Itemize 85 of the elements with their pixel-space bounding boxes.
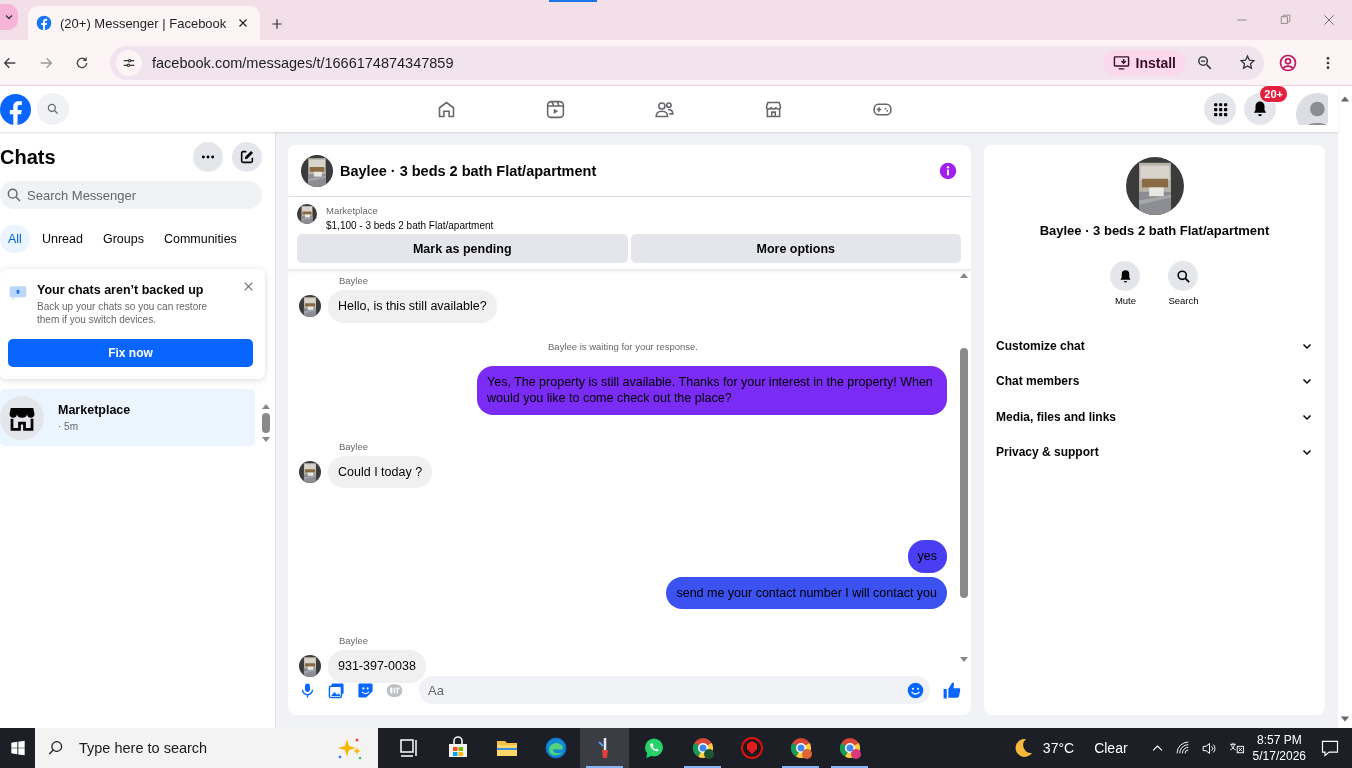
browser-tab[interactable]: (20+) Messenger | Facebook [28,6,260,40]
filter-tab[interactable]: Groups [94,225,152,253]
video-icon[interactable] [545,98,566,120]
message-bubble: 931-397-0038 [328,650,426,683]
grid-icon [1211,100,1229,118]
action-label: Mute [1114,295,1136,306]
section-header[interactable]: Chat members [996,363,1313,399]
section-header[interactable]: Media, files and links [996,399,1313,435]
facebook-logo-icon[interactable] [0,93,31,125]
message-bubble: Hello, is this still available? [328,290,497,323]
search-button[interactable] [1168,261,1199,291]
bell-icon [1251,100,1269,118]
info-icon[interactable] [939,161,957,180]
filter-tab[interactable]: Communities [155,225,245,253]
chrome-icon[interactable] [788,736,813,760]
sender-name: Baylee [339,440,370,452]
chats-title: Chats [0,145,57,169]
clock-date[interactable]: 5/17/2026 [1252,748,1306,765]
search-icon [1176,268,1191,284]
photo-icon[interactable] [328,681,345,699]
search-icon [6,187,22,203]
apps-button[interactable] [1204,93,1236,125]
chat-name: Marketplace [58,403,131,417]
scroll-up-icon[interactable] [959,272,969,278]
star-icon[interactable] [1239,54,1256,71]
filter-tab[interactable]: All [0,225,30,253]
fix-now-button[interactable]: Fix now [8,339,253,367]
mute-button[interactable] [1110,261,1141,291]
listing-title: $1,100 - 3 beds 2 bath Flat/apartment [326,220,494,231]
monitor-download-icon [1112,54,1130,71]
section-header[interactable]: Customize chat [996,328,1313,364]
scroll-down-icon[interactable] [261,437,271,443]
chrome-icon[interactable] [690,736,715,760]
chrome-icon[interactable] [837,736,862,760]
contact-name: Baylee · 3 beds 2 bath Flat/apartment [1039,223,1270,238]
scroll-up-icon[interactable] [261,403,271,409]
sticker-icon[interactable] [357,681,374,699]
compose-icon [239,149,255,165]
thumbs-up-icon[interactable] [942,680,961,700]
profile-icon[interactable] [1278,52,1298,73]
status-text: Baylee is waiting for your response. [547,340,699,352]
notification-icon[interactable] [1320,738,1340,758]
sender-name: Baylee [339,635,370,646]
message-bubble: send me your contact number I will contact you [666,576,947,609]
more-options-button[interactable] [193,142,223,172]
action-label: Search [1168,295,1199,306]
search-icon [47,739,65,757]
scroll-down-icon[interactable] [959,657,969,663]
card-title: Your chats aren’t backed up [37,283,205,297]
sender-name: Baylee [339,275,370,286]
wifi-icon[interactable] [1174,740,1191,756]
filter-tab[interactable]: Unread [33,225,91,253]
clock-time[interactable]: 8:57 PM [1252,731,1306,748]
browser-icon[interactable] [543,736,568,760]
listing-action-button[interactable]: More options [630,234,961,263]
search-icon [46,102,60,116]
taskbar-search-field[interactable]: Type here to search [35,728,378,768]
message-bubble: yes [907,540,947,573]
section-header[interactable]: Privacy & support [996,434,1313,470]
listing-label: Marketplace [326,205,379,216]
chat-title: Baylee · 3 beds 2 bath Flat/apartment [340,162,598,179]
notification-badge: 20+ [1259,85,1288,103]
windows-start-icon[interactable] [9,740,26,756]
new-message-button[interactable] [232,142,262,172]
address-bar[interactable]: facebook.com/messages/t/1666174874347859 Install [110,45,1264,80]
card-text: Back up your chats so you can restore them if you switch devices. [37,300,209,326]
install-button[interactable]: Install [1102,49,1186,76]
scroll-up-icon[interactable] [1338,94,1352,104]
message-bubble: Yes, The property is still available. Thanks for your interest in the property! When would you like to come check out the place? [477,365,947,415]
weather-condition: Clear [1094,740,1128,756]
listing-action-button[interactable]: Mark as pending [297,234,628,263]
shield-app-icon[interactable] [739,736,764,760]
temperature: 37°C [1042,740,1075,756]
backup-message-icon [8,283,28,303]
facebook-logo-icon [36,15,52,31]
chat-item[interactable]: Marketplace · 5m [0,389,255,446]
chat-time: · 5m [58,421,79,432]
message-input[interactable]: Aa [419,676,930,704]
message-bubble: Could I today ? [328,455,433,488]
plus-icon[interactable] [270,17,284,31]
search-field[interactable]: Search Messenger [0,181,262,209]
microphone-icon[interactable] [299,681,316,699]
emoji-icon[interactable] [907,681,924,699]
zoom-out-icon[interactable] [1196,54,1213,71]
reload-icon[interactable] [74,54,90,71]
